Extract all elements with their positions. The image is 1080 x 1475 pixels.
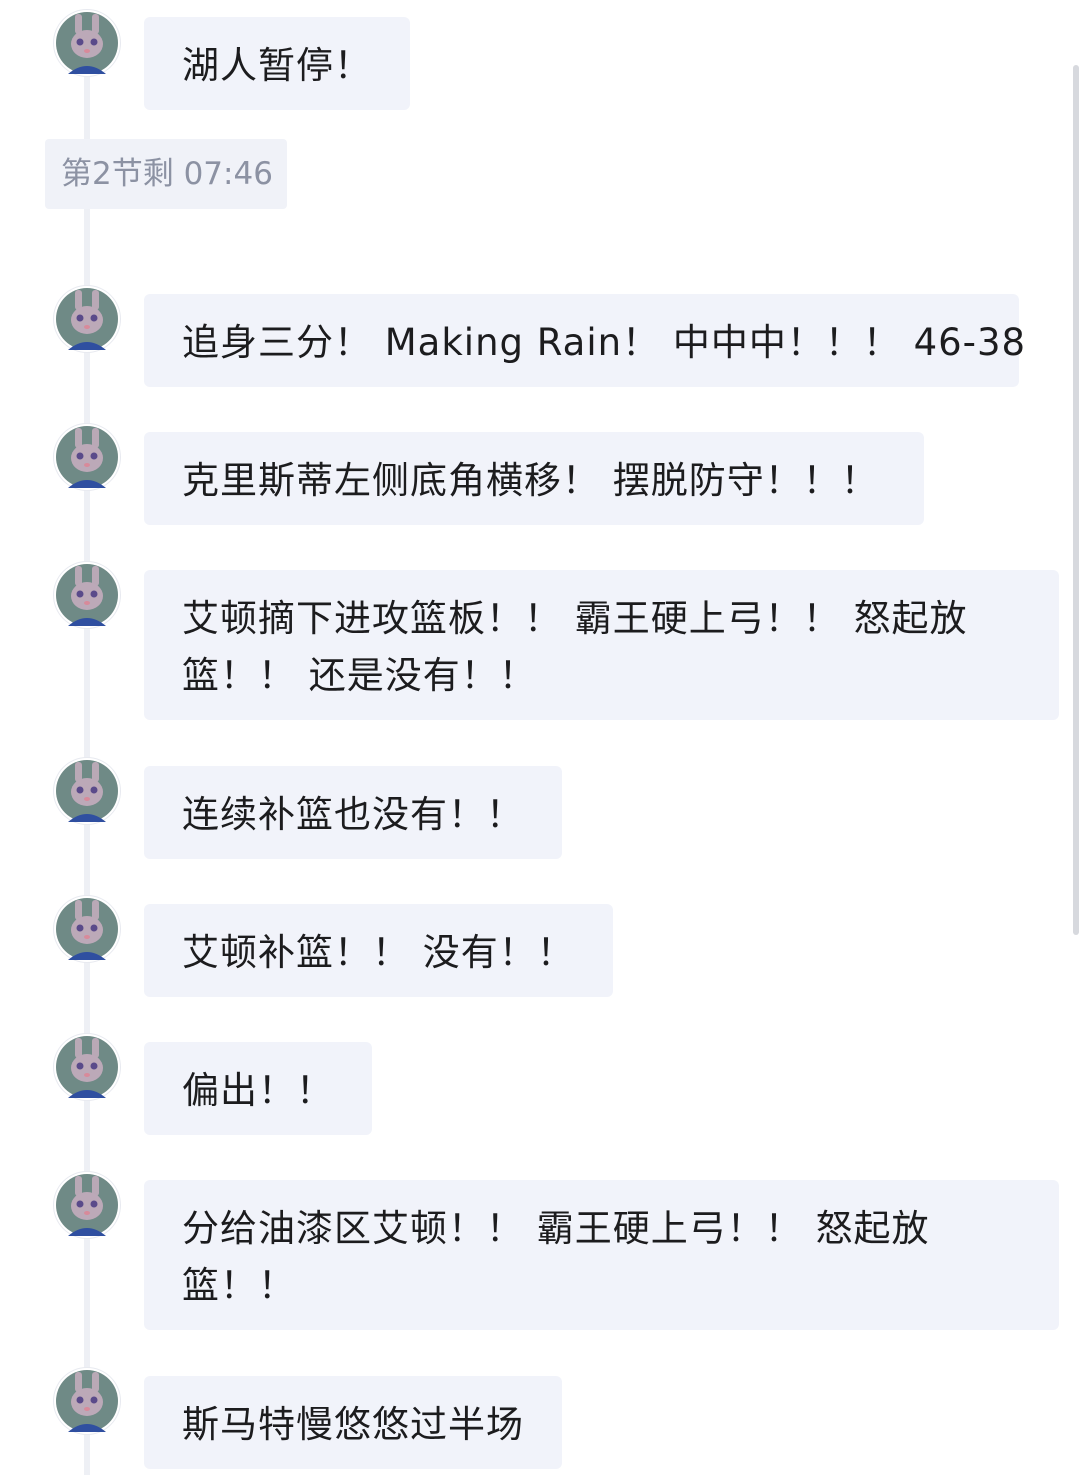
avatar-icon — [54, 562, 120, 628]
message-bubble: 斯马特慢悠悠过半场 — [144, 1376, 562, 1469]
avatar-icon — [54, 1368, 120, 1434]
message-text: 斯马特慢悠悠过半场 — [182, 1403, 524, 1446]
message-bubble: 偏出！！ — [144, 1042, 372, 1135]
message-bubble: 艾顿补篮！！ 没有！！ — [144, 904, 613, 997]
avatar-icon — [54, 896, 120, 962]
avatar-icon — [54, 1034, 120, 1100]
avatar-icon — [54, 758, 120, 824]
avatar-icon — [54, 424, 120, 490]
message-text: 艾顿摘下进攻篮板！！ 霸王硬上弓！！ 怒起放篮！！ 还是没有！！ — [182, 597, 968, 697]
message-text: 偏出！！ — [182, 1069, 334, 1112]
message-bubble: 克里斯蒂左侧底角横移！ 摆脱防守！！！ — [144, 432, 924, 525]
scrollbar[interactable] — [1073, 65, 1079, 935]
message-text: 追身三分！ Making Rain！ 中中中！！！ 46-38 — [182, 321, 1027, 364]
message-text: 分给油漆区艾顿！！ 霸王硬上弓！！ 怒起放篮！！ — [182, 1207, 930, 1307]
message-bubble: 艾顿摘下进攻篮板！！ 霸王硬上弓！！ 怒起放篮！！ 还是没有！！ — [144, 570, 1059, 720]
avatar-icon — [54, 286, 120, 352]
timeline-line — [84, 30, 90, 1475]
avatar-icon — [54, 1172, 120, 1238]
message-text: 克里斯蒂左侧底角横移！ 摆脱防守！！！ — [182, 459, 879, 502]
message-text: 艾顿补篮！！ 没有！！ — [182, 931, 575, 974]
message-bubble: 追身三分！ Making Rain！ 中中中！！！ 46-38 — [144, 294, 1025, 387]
message-text: 湖人暂停！ — [182, 44, 372, 87]
message-text: 连续补篮也没有！！ — [182, 793, 524, 836]
message-bubble: 分给油漆区艾顿！！ 霸王硬上弓！！ 怒起放篮！！ — [144, 1180, 1059, 1330]
avatar-icon — [54, 10, 120, 76]
message-bubble: 连续补篮也没有！！ — [144, 766, 562, 859]
message-bubble: 湖人暂停！ — [144, 17, 410, 110]
time-marker: 第2节剩 07:46 — [45, 139, 287, 209]
